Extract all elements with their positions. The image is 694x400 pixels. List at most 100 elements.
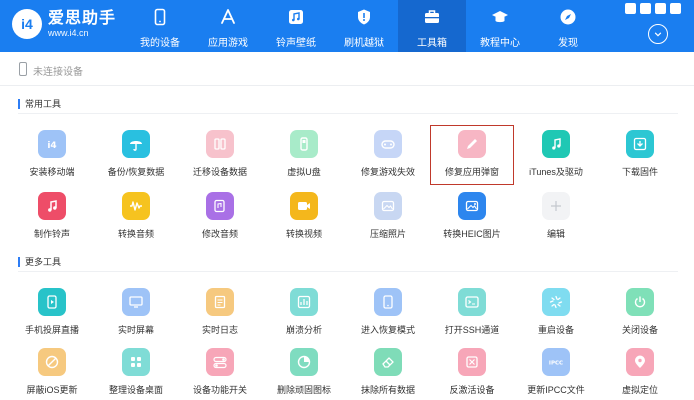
shield-icon [355, 8, 373, 26]
main-nav: 我的设备 应用游戏 铃声壁纸 刷机越狱 工具箱 教程中心 发现 [126, 0, 602, 52]
maximize-icon[interactable] [640, 3, 651, 14]
tool-label: 抹除所有数据 [360, 385, 415, 395]
tool-item[interactable]: 迁移设备数据 [178, 130, 262, 178]
nav-label: 我的设备 [140, 38, 180, 49]
tool-item[interactable]: 修复游戏失效 [346, 130, 430, 178]
tool-label: 下载固件 [621, 167, 658, 177]
tool-item[interactable]: 转换HEIC图片 [430, 192, 514, 240]
tool-item[interactable]: 整理设备桌面 [94, 348, 178, 396]
pen-icon [458, 130, 486, 158]
tool-label: 设备功能开关 [192, 385, 247, 395]
tool-label: 制作铃声 [33, 229, 70, 239]
tool-label: 打开SSH通道 [444, 325, 500, 335]
svg-text:IPCC: IPCC [549, 361, 563, 367]
tool-label: 删除顽固图标 [276, 385, 331, 395]
video-icon [290, 192, 318, 220]
brand-name: 爱思助手 [48, 9, 117, 27]
download-icon[interactable] [648, 24, 668, 44]
nav-ringtones[interactable]: 铃声壁纸 [262, 0, 330, 52]
tool-item[interactable]: 进入恢复模式 [346, 288, 430, 336]
tool-label: 编辑 [546, 229, 565, 239]
nav-discover[interactable]: 发现 [534, 0, 602, 52]
tool-label: 屏蔽iOS更新 [26, 385, 78, 395]
tool-item[interactable]: 打开SSH通道 [430, 288, 514, 336]
tool-label: 虚拟定位 [621, 385, 658, 395]
phone-icon [151, 8, 169, 26]
tool-label: 整理设备桌面 [108, 385, 163, 395]
app-store-icon [219, 8, 237, 26]
tool-label: 转换音频 [117, 229, 154, 239]
location-icon [626, 348, 654, 376]
tool-label: 备份/恢复数据 [107, 167, 165, 177]
tool-item[interactable]: i4 安装移动端 [10, 130, 94, 178]
tool-item[interactable]: 实时屏幕 [94, 288, 178, 336]
nav-my-device[interactable]: 我的设备 [126, 0, 194, 52]
toggle-icon [206, 348, 234, 376]
tool-item[interactable]: 实时日志 [178, 288, 262, 336]
tool-item[interactable]: 转换音频 [94, 192, 178, 240]
tool-item[interactable]: 设备功能开关 [178, 348, 262, 396]
ipcc-icon: IPCC [542, 348, 570, 376]
nav-flash-jailbreak[interactable]: 刷机越狱 [330, 0, 398, 52]
tool-label: 手机投屏直播 [24, 325, 79, 335]
umbrella-icon [122, 130, 150, 158]
app-logo: i4 爱思助手 www.i4.cn [12, 9, 116, 39]
nav-label: 工具箱 [417, 38, 447, 49]
tool-item[interactable]: 压缩照片 [346, 192, 430, 240]
tool-item[interactable]: 制作铃声 [10, 192, 94, 240]
terminal-icon [458, 288, 486, 316]
tool-item[interactable]: 手机投屏直播 [10, 288, 94, 336]
usb-icon [290, 130, 318, 158]
tool-item[interactable]: 重启设备 [514, 288, 598, 336]
tool-label: 实时屏幕 [117, 325, 154, 335]
menu-icon[interactable] [670, 3, 681, 14]
tool-label: 转换视频 [285, 229, 322, 239]
grid-icon [122, 348, 150, 376]
tool-item[interactable]: 备份/恢复数据 [94, 130, 178, 178]
tool-label: iTunes及驱动 [529, 167, 583, 177]
tool-item[interactable]: 反激活设备 [430, 348, 514, 396]
minimize-icon[interactable] [625, 3, 636, 14]
play-icon [38, 288, 66, 316]
tool-item[interactable]: 修改音频 [178, 192, 262, 240]
nav-apps-games[interactable]: 应用游戏 [194, 0, 262, 52]
tool-label: 迁移设备数据 [192, 167, 247, 177]
tool-item[interactable]: 抹除所有数据 [346, 348, 430, 396]
tool-item[interactable]: 屏蔽iOS更新 [10, 348, 94, 396]
pie-icon [290, 348, 318, 376]
tool-item[interactable]: 崩溃分析 [262, 288, 346, 336]
bell-note-icon [38, 192, 66, 220]
tool-item[interactable]: 转换视频 [262, 192, 346, 240]
nav-label: 铃声壁纸 [276, 38, 316, 49]
power-icon [626, 288, 654, 316]
tool-item[interactable]: IPCC 更新IPCC文件 [514, 348, 598, 396]
tool-item[interactable]: 下载固件 [598, 130, 682, 178]
tool-item[interactable]: 虚拟定位 [598, 348, 682, 396]
music-note-icon [542, 130, 570, 158]
device-phone-icon [19, 62, 27, 76]
tool-item[interactable]: iTunes及驱动 [514, 130, 598, 178]
nav-toolbox[interactable]: 工具箱 [398, 0, 466, 52]
tool-item[interactable]: 关闭设备 [598, 288, 682, 336]
nav-label: 应用游戏 [208, 38, 248, 49]
recovery-icon [374, 288, 402, 316]
gamepad-icon [374, 130, 402, 158]
nav-label: 发现 [558, 38, 578, 49]
log-icon [206, 288, 234, 316]
photo-icon [374, 192, 402, 220]
tool-item[interactable]: 删除顽固图标 [262, 348, 346, 396]
toolbox-icon [423, 8, 441, 26]
tool-item[interactable]: 虚拟U盘 [262, 130, 346, 178]
i4-icon: i4 [38, 130, 66, 158]
close-icon[interactable] [655, 3, 666, 14]
tool-label: 实时日志 [201, 325, 238, 335]
tool-item[interactable]: 编辑 [514, 192, 598, 240]
section-title-more: 更多工具 [18, 257, 61, 267]
nav-tutorials[interactable]: 教程中心 [466, 0, 534, 52]
section-divider [18, 271, 678, 272]
tool-item[interactable]: 修复应用弹窗 [430, 130, 514, 178]
section-title-common: 常用工具 [18, 99, 61, 109]
deactivate-icon [458, 348, 486, 376]
tool-label: 压缩照片 [369, 229, 406, 239]
tool-label: 进入恢复模式 [360, 325, 415, 335]
